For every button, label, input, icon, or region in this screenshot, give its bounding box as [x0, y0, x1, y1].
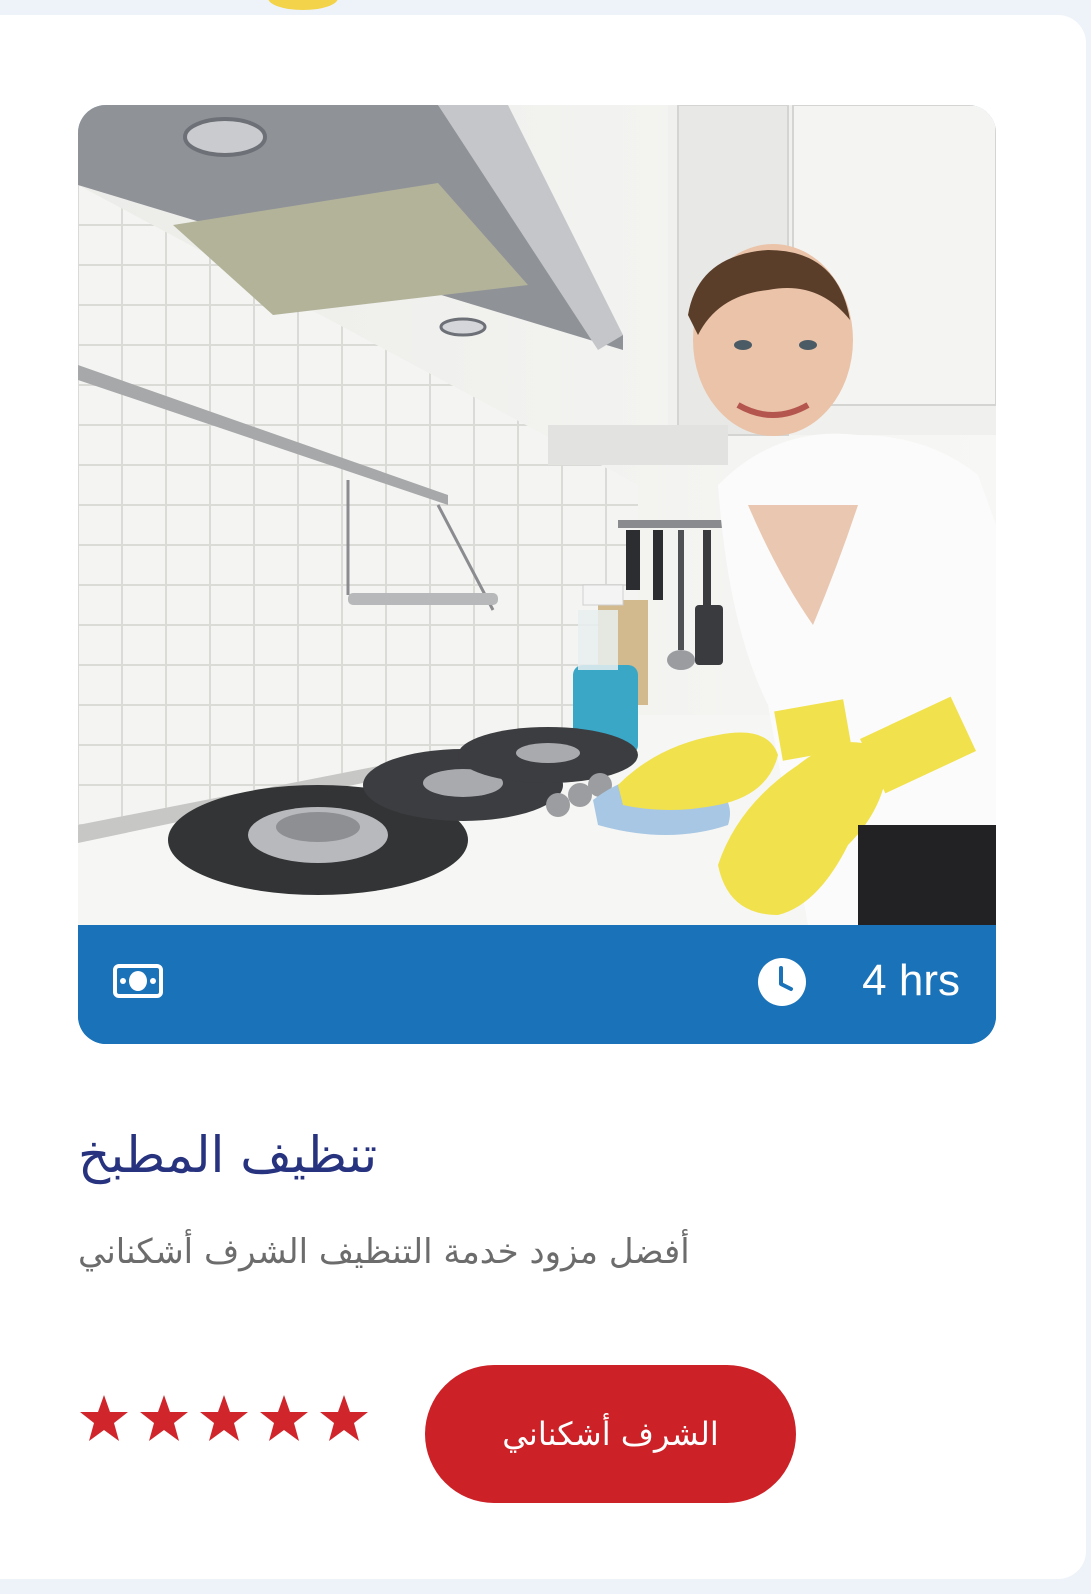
duration-text: 4 hrs	[862, 956, 960, 1005]
star-icon	[260, 1395, 308, 1441]
clock-icon	[758, 958, 806, 1006]
decorative-blob	[268, 0, 338, 10]
service-info-bar: 4 hrs	[78, 925, 996, 1044]
star-icon	[80, 1395, 128, 1441]
service-title[interactable]: تنظيف المطبخ	[78, 1123, 798, 1187]
service-description: أفضل مزود خدمة التنظيف الشرف أشكناني	[78, 1232, 690, 1272]
star-icon	[320, 1395, 368, 1441]
kitchen-cleaning-photo	[78, 105, 996, 925]
provider-button[interactable]: الشرف أشكناني	[425, 1365, 796, 1503]
star-icon	[200, 1395, 248, 1441]
service-media[interactable]: 4 hrs	[78, 105, 996, 1044]
rating-stars	[78, 1393, 370, 1445]
service-card[interactable]: 4 hrs تنظيف المطبخ أفضل مزود خدمة التنظي…	[0, 15, 1086, 1579]
money-icon	[113, 964, 163, 998]
star-icon	[140, 1395, 188, 1441]
